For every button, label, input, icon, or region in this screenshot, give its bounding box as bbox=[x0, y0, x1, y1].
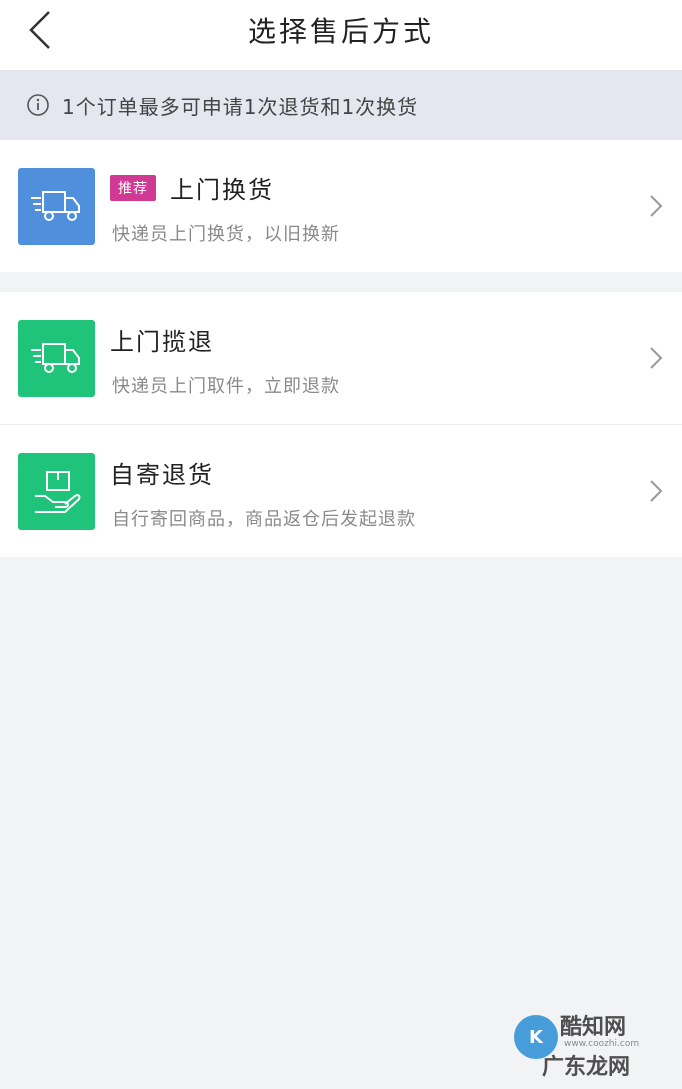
watermark-url: www.coozhi.com bbox=[564, 1039, 640, 1049]
watermark: K 酷知网 www.coozhi.com 广东龙网 bbox=[512, 1005, 662, 1080]
option-self-ship-return[interactable]: 自寄退货 自行寄回商品，商品返仓后发起退款 bbox=[0, 424, 682, 557]
option-home-pickup-return[interactable]: 上门揽退 快递员上门取件，立即退款 bbox=[0, 292, 682, 424]
watermark-top-text: 酷知网 bbox=[560, 1015, 627, 1040]
option-title: 上门换货 bbox=[170, 176, 274, 204]
delivery-truck-icon bbox=[18, 168, 95, 245]
option-subtitle: 自行寄回商品，商品返仓后发起退款 bbox=[112, 509, 416, 530]
option-title: 自寄退货 bbox=[110, 461, 214, 489]
return-card: 上门揽退 快递员上门取件，立即退款 自寄退货 自行寄回商品，商品返仓后发起退款 bbox=[0, 292, 682, 557]
option-subtitle: 快递员上门换货，以旧换新 bbox=[112, 224, 340, 245]
info-icon bbox=[27, 94, 49, 116]
delivery-truck-icon bbox=[18, 320, 95, 397]
exchange-card: 推荐 上门换货 快递员上门换货，以旧换新 bbox=[0, 140, 682, 272]
option-subtitle: 快递员上门取件，立即退款 bbox=[112, 376, 340, 397]
top-bar: 选择售后方式 bbox=[0, 0, 682, 70]
package-hand-icon bbox=[18, 453, 95, 530]
notice-bar: 1个订单最多可申请1次退货和1次换货 bbox=[0, 70, 682, 140]
chevron-right-icon bbox=[650, 347, 663, 369]
chevron-right-icon bbox=[650, 480, 663, 502]
option-title: 上门揽退 bbox=[110, 328, 214, 356]
watermark-bottom-text: 广东龙网 bbox=[542, 1055, 631, 1080]
notice-text: 1个订单最多可申请1次退货和1次换货 bbox=[62, 94, 419, 119]
chevron-right-icon bbox=[650, 195, 663, 217]
recommended-badge: 推荐 bbox=[110, 174, 156, 201]
page-title: 选择售后方式 bbox=[247, 15, 434, 48]
option-home-exchange[interactable]: 推荐 上门换货 快递员上门换货，以旧换新 bbox=[0, 140, 682, 272]
